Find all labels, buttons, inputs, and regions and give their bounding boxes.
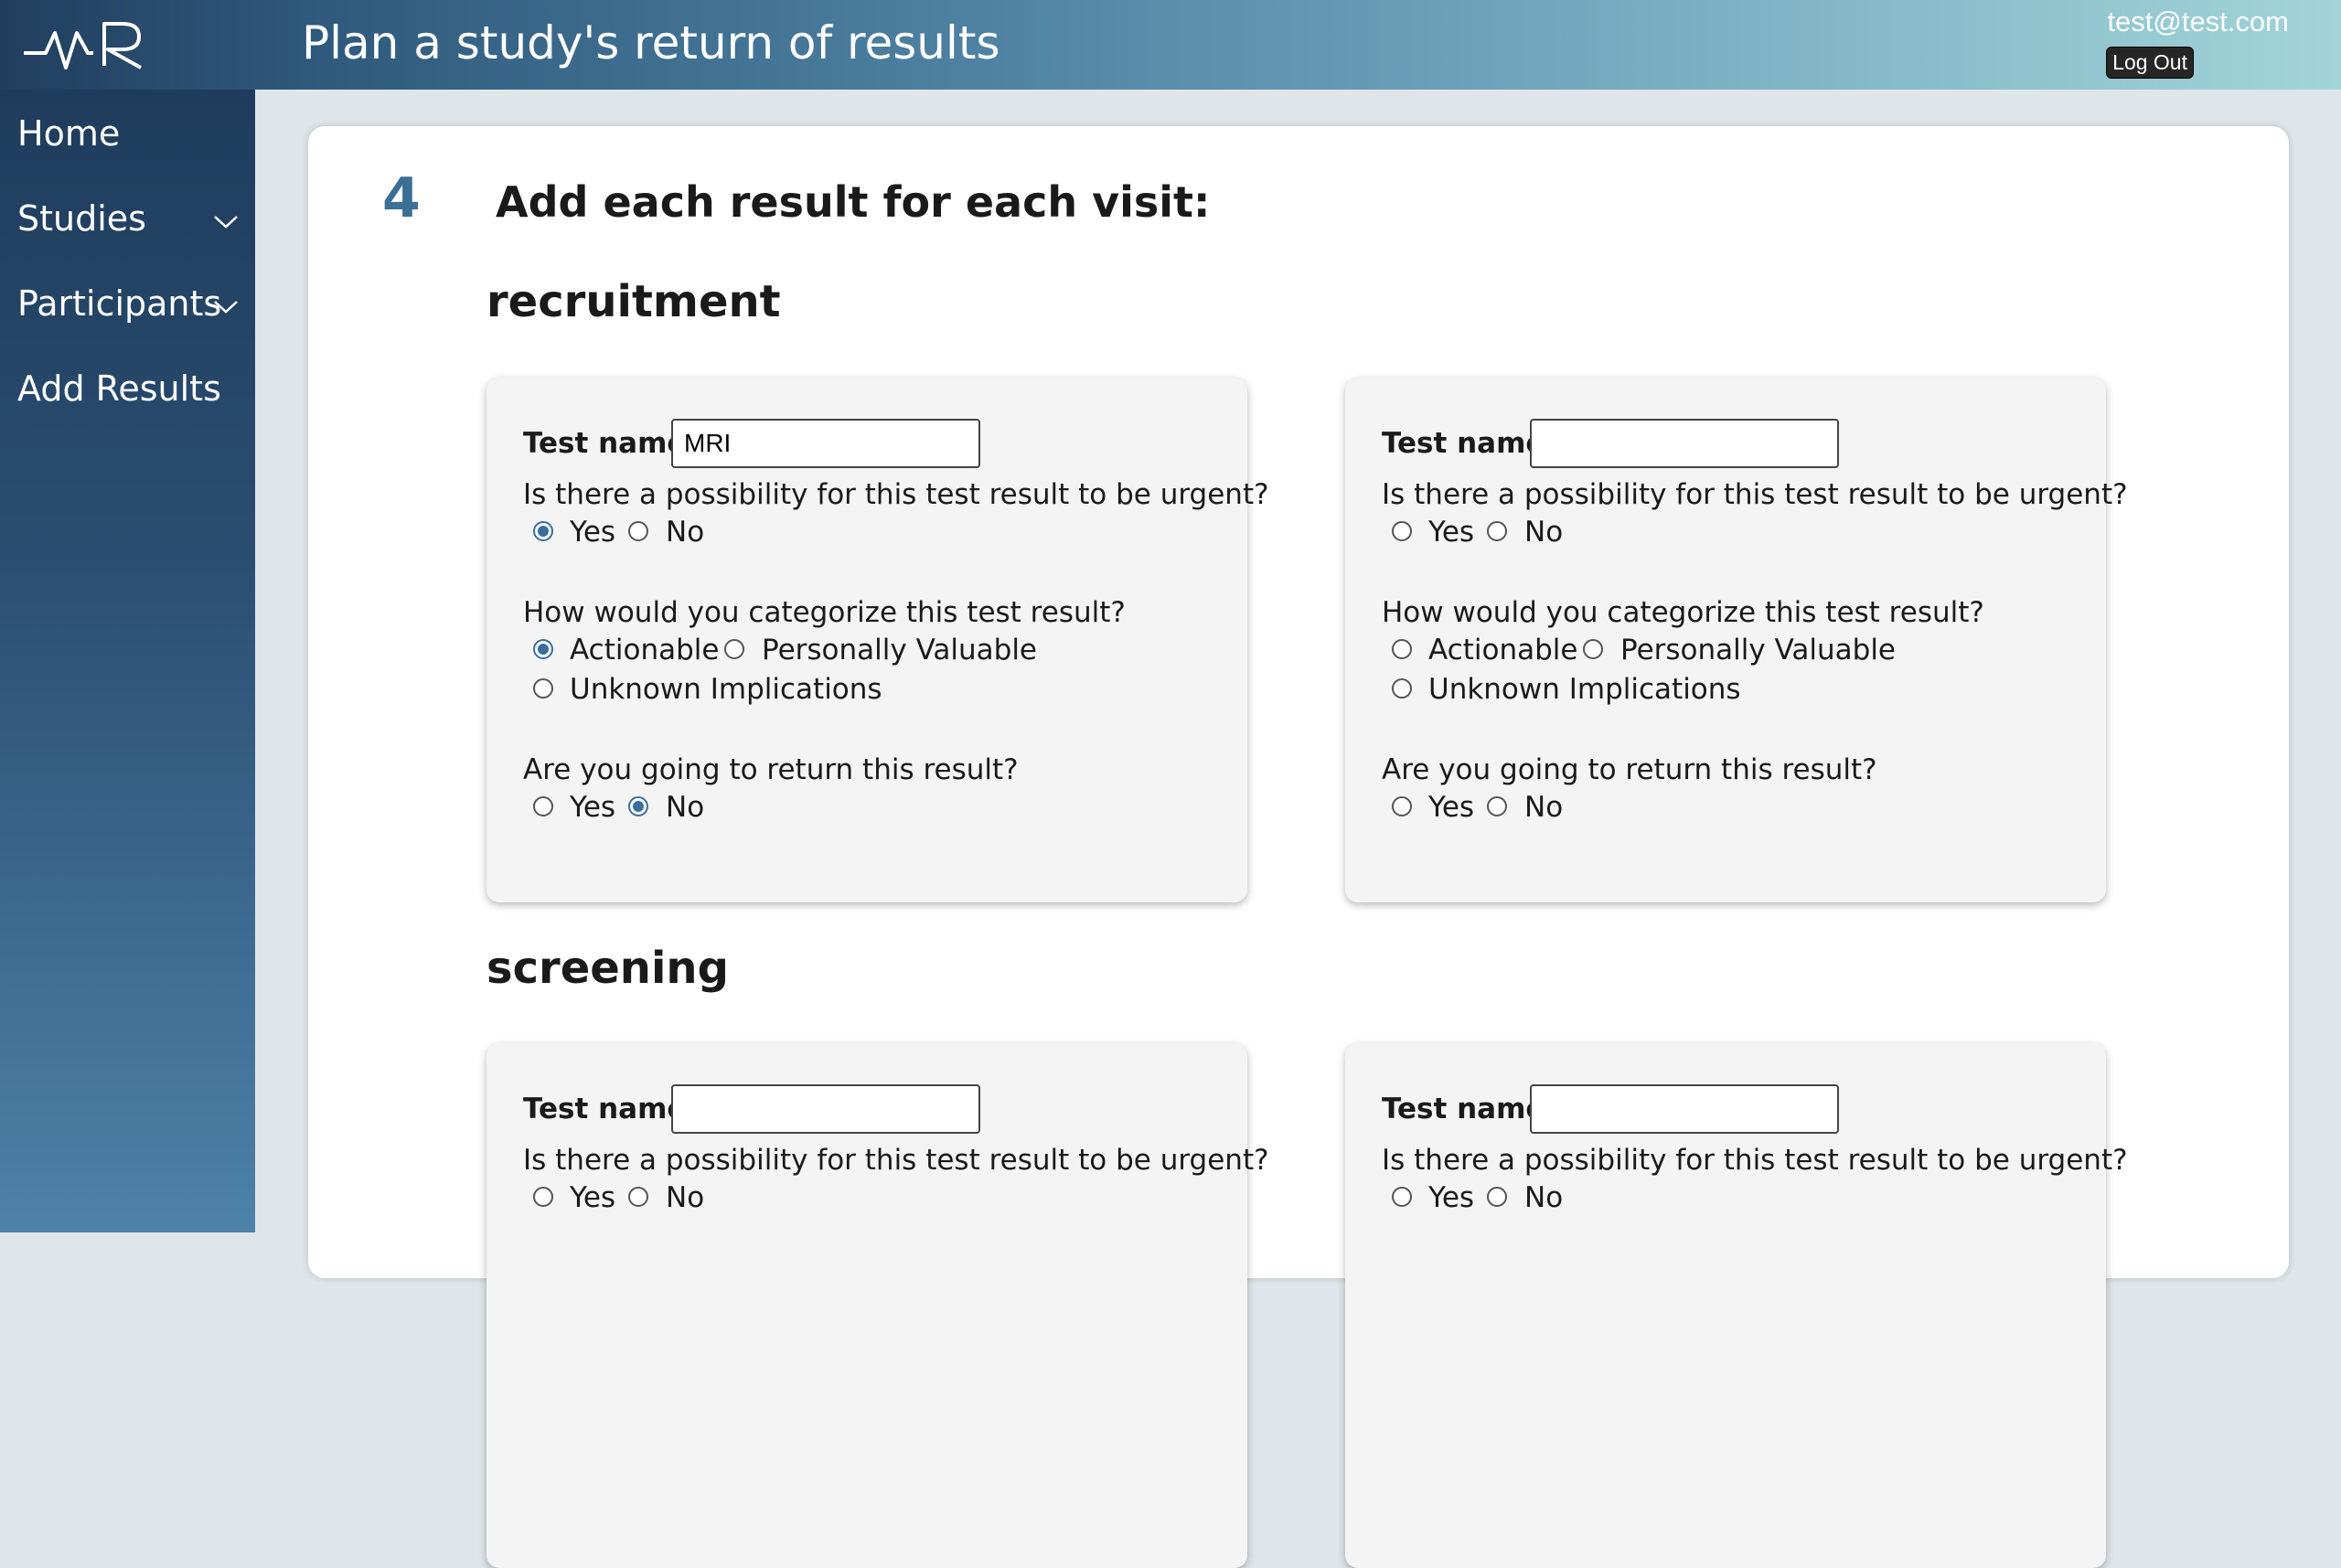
return-no-label: No xyxy=(1524,791,1564,824)
category-question: How would you categorize this test resul… xyxy=(1382,596,1984,629)
urgent-no-label: No xyxy=(1524,1181,1564,1214)
category-personal-label: Personally Valuable xyxy=(1620,634,1897,667)
app-logo-icon[interactable] xyxy=(20,13,148,77)
urgent-question: Is there a possibility for this test res… xyxy=(523,478,1269,511)
top-header: Plan a study's return of results test@te… xyxy=(0,0,2341,90)
category-unknown-label: Unknown Implications xyxy=(1428,673,1741,706)
result-card: Test name: Is there a possibility for th… xyxy=(486,1043,1269,1568)
return-yes-label: Yes xyxy=(570,791,616,824)
category-unknown-radio[interactable] xyxy=(533,678,553,699)
urgent-yes-label: Yes xyxy=(1428,516,1475,549)
return-question: Are you going to return this result? xyxy=(1382,753,1877,786)
urgent-no-radio[interactable] xyxy=(628,1187,648,1207)
test-name-input[interactable] xyxy=(1530,419,1839,468)
category-unknown-radio[interactable] xyxy=(1392,678,1412,699)
step-title: Add each result for each visit: xyxy=(496,177,1211,227)
chevron-down-icon[interactable] xyxy=(212,299,240,315)
result-card: Test name: Is there a possibility for th… xyxy=(486,378,1269,902)
category-actionable-label: Actionable xyxy=(1428,634,1578,667)
return-question: Are you going to return this result? xyxy=(523,753,1019,786)
urgent-yes-radio[interactable] xyxy=(1392,521,1412,541)
chevron-down-icon[interactable] xyxy=(212,214,240,230)
urgent-question: Is there a possibility for this test res… xyxy=(1382,1144,2128,1177)
urgent-no-radio[interactable] xyxy=(628,521,648,541)
category-personal-radio[interactable] xyxy=(724,639,744,659)
category-personal-label: Personally Valuable xyxy=(762,634,1038,667)
step-number: 4 xyxy=(382,166,421,230)
sidebar: Home Studies Participants Add Results xyxy=(0,90,255,1232)
sidebar-item-participants[interactable]: Participants xyxy=(17,283,221,324)
user-email: test@test.com xyxy=(2107,5,2289,37)
urgent-question: Is there a possibility for this test res… xyxy=(523,1144,1269,1177)
page-title: Plan a study's return of results xyxy=(302,16,1000,69)
urgent-yes-radio[interactable] xyxy=(533,1187,553,1207)
category-personal-radio[interactable] xyxy=(1583,639,1603,659)
logout-button[interactable]: Log Out xyxy=(2106,47,2194,79)
return-no-radio[interactable] xyxy=(1487,796,1507,816)
sidebar-item-add-results[interactable]: Add Results xyxy=(17,368,221,409)
urgent-question: Is there a possibility for this test res… xyxy=(1382,478,2128,511)
sidebar-item-home[interactable]: Home xyxy=(17,113,120,154)
urgent-yes-label: Yes xyxy=(570,1181,616,1214)
urgent-no-label: No xyxy=(666,516,705,549)
visit-title-recruitment: recruitment xyxy=(486,276,781,327)
return-no-radio[interactable] xyxy=(628,796,648,816)
test-name-input[interactable] xyxy=(1530,1084,1839,1134)
category-unknown-label: Unknown Implications xyxy=(570,673,882,706)
category-actionable-label: Actionable xyxy=(570,634,720,667)
visit-title-screening: screening xyxy=(486,943,729,994)
urgent-yes-label: Yes xyxy=(1428,1181,1475,1214)
urgent-yes-label: Yes xyxy=(570,516,616,549)
return-yes-radio[interactable] xyxy=(533,796,553,816)
test-name-input[interactable] xyxy=(671,419,980,468)
urgent-yes-radio[interactable] xyxy=(1392,1187,1412,1207)
category-actionable-radio[interactable] xyxy=(533,639,553,659)
sidebar-item-studies[interactable]: Studies xyxy=(17,198,146,239)
return-yes-label: Yes xyxy=(1428,791,1475,824)
urgent-no-label: No xyxy=(1524,516,1564,549)
category-actionable-radio[interactable] xyxy=(1392,639,1412,659)
result-card: Test name: Is there a possibility for th… xyxy=(1345,1043,2128,1568)
category-question: How would you categorize this test resul… xyxy=(523,596,1126,629)
result-card: Test name: Is there a possibility for th… xyxy=(1345,378,2128,902)
return-yes-radio[interactable] xyxy=(1392,796,1412,816)
urgent-no-radio[interactable] xyxy=(1487,521,1507,541)
test-name-input[interactable] xyxy=(671,1084,980,1134)
return-no-label: No xyxy=(666,791,705,824)
urgent-no-radio[interactable] xyxy=(1487,1187,1507,1207)
urgent-yes-radio[interactable] xyxy=(533,521,553,541)
urgent-no-label: No xyxy=(666,1181,705,1214)
